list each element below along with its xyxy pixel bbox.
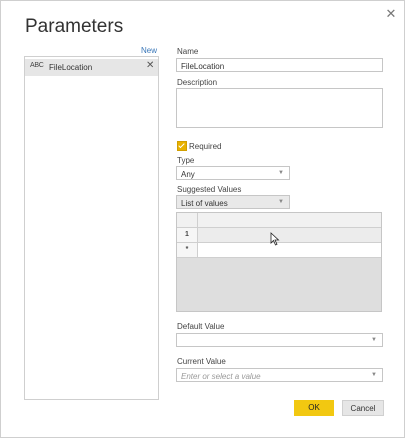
current-value-combobox[interactable]: Enter or select a value ▼ bbox=[176, 368, 383, 382]
grid-cell[interactable] bbox=[198, 228, 381, 242]
ok-button[interactable]: OK bbox=[294, 400, 334, 416]
cancel-button[interactable]: Cancel bbox=[342, 400, 384, 416]
chevron-down-icon: ▼ bbox=[371, 372, 377, 378]
suggested-values-value: List of values bbox=[181, 199, 228, 208]
dialog-title: Parameters bbox=[25, 16, 124, 37]
chevron-down-icon: ▼ bbox=[278, 199, 284, 205]
name-input-value: FileLocation bbox=[181, 62, 225, 71]
required-label: Required bbox=[189, 142, 222, 151]
required-checkbox[interactable] bbox=[177, 141, 187, 151]
grid-header bbox=[177, 213, 381, 228]
name-input[interactable]: FileLocation bbox=[176, 58, 383, 72]
default-value-label: Default Value bbox=[177, 322, 225, 331]
row-number: * bbox=[177, 243, 198, 257]
suggested-values-label: Suggested Values bbox=[177, 185, 242, 194]
abc-text-type-icon: ABC bbox=[30, 62, 44, 69]
parameter-list: ABC FileLocation ✕ bbox=[24, 56, 159, 400]
type-dropdown[interactable]: Any ▼ bbox=[176, 166, 290, 180]
description-textarea[interactable] bbox=[176, 88, 383, 128]
chevron-down-icon: ▼ bbox=[278, 170, 284, 176]
chevron-down-icon: ▼ bbox=[371, 337, 377, 343]
new-parameter-link[interactable]: New bbox=[141, 46, 157, 55]
name-label: Name bbox=[177, 47, 199, 56]
grid-cell[interactable] bbox=[198, 243, 381, 257]
delete-icon[interactable]: ✕ bbox=[146, 60, 154, 71]
current-value-label: Current Value bbox=[177, 357, 226, 366]
row-number: 1 bbox=[177, 228, 198, 242]
grid-header-corner bbox=[177, 213, 198, 227]
mouse-pointer-icon bbox=[270, 232, 280, 246]
default-value-dropdown[interactable]: ▼ bbox=[176, 333, 383, 347]
current-value-placeholder: Enter or select a value bbox=[181, 372, 261, 381]
list-item-filelocation[interactable]: ABC FileLocation ✕ bbox=[25, 59, 158, 76]
parameter-label: FileLocation bbox=[49, 63, 93, 72]
parameters-dialog: ✕ Parameters New ABC FileLocation ✕ Name… bbox=[0, 0, 405, 438]
values-grid: 1 * bbox=[176, 212, 382, 312]
suggested-values-dropdown[interactable]: List of values ▼ bbox=[176, 195, 290, 209]
close-icon[interactable]: ✕ bbox=[384, 7, 398, 21]
type-value: Any bbox=[181, 170, 195, 179]
type-label: Type bbox=[177, 156, 195, 165]
description-label: Description bbox=[177, 78, 218, 87]
